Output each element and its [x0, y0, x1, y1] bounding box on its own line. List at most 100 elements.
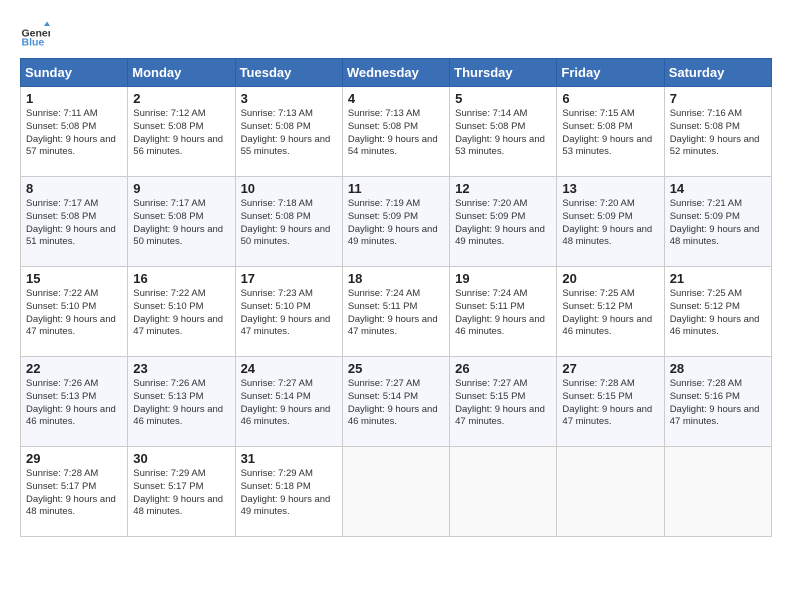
calendar-cell: 31 Sunrise: 7:29 AMSunset: 5:18 PMDaylig… — [235, 447, 342, 537]
day-info: Sunrise: 7:26 AMSunset: 5:13 PMDaylight:… — [133, 378, 223, 427]
day-number: 5 — [455, 91, 551, 106]
day-number: 20 — [562, 271, 658, 286]
calendar-week-row: 29 Sunrise: 7:28 AMSunset: 5:17 PMDaylig… — [21, 447, 772, 537]
calendar-cell: 20 Sunrise: 7:25 AMSunset: 5:12 PMDaylig… — [557, 267, 664, 357]
day-number: 21 — [670, 271, 766, 286]
day-info: Sunrise: 7:21 AMSunset: 5:09 PMDaylight:… — [670, 198, 760, 247]
calendar-cell: 1 Sunrise: 7:11 AMSunset: 5:08 PMDayligh… — [21, 87, 128, 177]
calendar-cell: 15 Sunrise: 7:22 AMSunset: 5:10 PMDaylig… — [21, 267, 128, 357]
day-info: Sunrise: 7:20 AMSunset: 5:09 PMDaylight:… — [562, 198, 652, 247]
calendar-cell: 11 Sunrise: 7:19 AMSunset: 5:09 PMDaylig… — [342, 177, 449, 267]
calendar-cell — [557, 447, 664, 537]
day-number: 10 — [241, 181, 337, 196]
calendar-cell: 28 Sunrise: 7:28 AMSunset: 5:16 PMDaylig… — [664, 357, 771, 447]
day-info: Sunrise: 7:24 AMSunset: 5:11 PMDaylight:… — [348, 288, 438, 337]
calendar-cell: 2 Sunrise: 7:12 AMSunset: 5:08 PMDayligh… — [128, 87, 235, 177]
calendar-cell: 7 Sunrise: 7:16 AMSunset: 5:08 PMDayligh… — [664, 87, 771, 177]
day-number: 14 — [670, 181, 766, 196]
calendar-cell: 10 Sunrise: 7:18 AMSunset: 5:08 PMDaylig… — [235, 177, 342, 267]
day-number: 28 — [670, 361, 766, 376]
day-number: 23 — [133, 361, 229, 376]
day-info: Sunrise: 7:26 AMSunset: 5:13 PMDaylight:… — [26, 378, 116, 427]
day-info: Sunrise: 7:28 AMSunset: 5:17 PMDaylight:… — [26, 468, 116, 517]
weekday-header: Monday — [128, 59, 235, 87]
calendar-cell: 16 Sunrise: 7:22 AMSunset: 5:10 PMDaylig… — [128, 267, 235, 357]
calendar-cell — [664, 447, 771, 537]
day-info: Sunrise: 7:19 AMSunset: 5:09 PMDaylight:… — [348, 198, 438, 247]
calendar-cell — [342, 447, 449, 537]
day-number: 29 — [26, 451, 122, 466]
day-number: 22 — [26, 361, 122, 376]
day-number: 1 — [26, 91, 122, 106]
day-number: 31 — [241, 451, 337, 466]
day-info: Sunrise: 7:20 AMSunset: 5:09 PMDaylight:… — [455, 198, 545, 247]
calendar-cell: 14 Sunrise: 7:21 AMSunset: 5:09 PMDaylig… — [664, 177, 771, 267]
weekday-header: Wednesday — [342, 59, 449, 87]
day-info: Sunrise: 7:16 AMSunset: 5:08 PMDaylight:… — [670, 108, 760, 157]
day-info: Sunrise: 7:29 AMSunset: 5:18 PMDaylight:… — [241, 468, 331, 517]
calendar-cell: 3 Sunrise: 7:13 AMSunset: 5:08 PMDayligh… — [235, 87, 342, 177]
day-number: 9 — [133, 181, 229, 196]
calendar-cell: 4 Sunrise: 7:13 AMSunset: 5:08 PMDayligh… — [342, 87, 449, 177]
day-info: Sunrise: 7:18 AMSunset: 5:08 PMDaylight:… — [241, 198, 331, 247]
day-number: 24 — [241, 361, 337, 376]
calendar-cell: 22 Sunrise: 7:26 AMSunset: 5:13 PMDaylig… — [21, 357, 128, 447]
day-number: 6 — [562, 91, 658, 106]
calendar-cell: 19 Sunrise: 7:24 AMSunset: 5:11 PMDaylig… — [450, 267, 557, 357]
weekday-header: Tuesday — [235, 59, 342, 87]
logo-icon: General Blue — [20, 20, 50, 50]
day-info: Sunrise: 7:14 AMSunset: 5:08 PMDaylight:… — [455, 108, 545, 157]
calendar-cell: 30 Sunrise: 7:29 AMSunset: 5:17 PMDaylig… — [128, 447, 235, 537]
page-header: General Blue — [20, 20, 772, 50]
weekday-header: Thursday — [450, 59, 557, 87]
day-info: Sunrise: 7:29 AMSunset: 5:17 PMDaylight:… — [133, 468, 223, 517]
calendar-week-row: 22 Sunrise: 7:26 AMSunset: 5:13 PMDaylig… — [21, 357, 772, 447]
day-number: 4 — [348, 91, 444, 106]
day-number: 11 — [348, 181, 444, 196]
day-info: Sunrise: 7:27 AMSunset: 5:14 PMDaylight:… — [348, 378, 438, 427]
day-info: Sunrise: 7:13 AMSunset: 5:08 PMDaylight:… — [241, 108, 331, 157]
calendar-cell: 24 Sunrise: 7:27 AMSunset: 5:14 PMDaylig… — [235, 357, 342, 447]
calendar-cell: 21 Sunrise: 7:25 AMSunset: 5:12 PMDaylig… — [664, 267, 771, 357]
day-info: Sunrise: 7:22 AMSunset: 5:10 PMDaylight:… — [133, 288, 223, 337]
calendar-cell: 9 Sunrise: 7:17 AMSunset: 5:08 PMDayligh… — [128, 177, 235, 267]
calendar-header-row: SundayMondayTuesdayWednesdayThursdayFrid… — [21, 59, 772, 87]
day-number: 2 — [133, 91, 229, 106]
day-number: 13 — [562, 181, 658, 196]
calendar-cell: 6 Sunrise: 7:15 AMSunset: 5:08 PMDayligh… — [557, 87, 664, 177]
day-info: Sunrise: 7:12 AMSunset: 5:08 PMDaylight:… — [133, 108, 223, 157]
day-number: 26 — [455, 361, 551, 376]
calendar-cell: 8 Sunrise: 7:17 AMSunset: 5:08 PMDayligh… — [21, 177, 128, 267]
day-info: Sunrise: 7:28 AMSunset: 5:15 PMDaylight:… — [562, 378, 652, 427]
day-number: 19 — [455, 271, 551, 286]
calendar-body: 1 Sunrise: 7:11 AMSunset: 5:08 PMDayligh… — [21, 87, 772, 537]
day-number: 27 — [562, 361, 658, 376]
calendar-cell: 26 Sunrise: 7:27 AMSunset: 5:15 PMDaylig… — [450, 357, 557, 447]
svg-text:Blue: Blue — [22, 37, 45, 49]
weekday-header: Sunday — [21, 59, 128, 87]
calendar-cell — [450, 447, 557, 537]
day-number: 3 — [241, 91, 337, 106]
day-info: Sunrise: 7:13 AMSunset: 5:08 PMDaylight:… — [348, 108, 438, 157]
day-info: Sunrise: 7:25 AMSunset: 5:12 PMDaylight:… — [670, 288, 760, 337]
calendar-cell: 13 Sunrise: 7:20 AMSunset: 5:09 PMDaylig… — [557, 177, 664, 267]
day-info: Sunrise: 7:27 AMSunset: 5:14 PMDaylight:… — [241, 378, 331, 427]
day-info: Sunrise: 7:28 AMSunset: 5:16 PMDaylight:… — [670, 378, 760, 427]
day-number: 16 — [133, 271, 229, 286]
calendar-cell: 29 Sunrise: 7:28 AMSunset: 5:17 PMDaylig… — [21, 447, 128, 537]
day-info: Sunrise: 7:11 AMSunset: 5:08 PMDaylight:… — [26, 108, 116, 157]
day-info: Sunrise: 7:23 AMSunset: 5:10 PMDaylight:… — [241, 288, 331, 337]
weekday-header: Saturday — [664, 59, 771, 87]
day-info: Sunrise: 7:17 AMSunset: 5:08 PMDaylight:… — [133, 198, 223, 247]
day-info: Sunrise: 7:17 AMSunset: 5:08 PMDaylight:… — [26, 198, 116, 247]
day-info: Sunrise: 7:15 AMSunset: 5:08 PMDaylight:… — [562, 108, 652, 157]
calendar-cell: 5 Sunrise: 7:14 AMSunset: 5:08 PMDayligh… — [450, 87, 557, 177]
calendar-week-row: 1 Sunrise: 7:11 AMSunset: 5:08 PMDayligh… — [21, 87, 772, 177]
weekday-header: Friday — [557, 59, 664, 87]
day-number: 25 — [348, 361, 444, 376]
day-number: 12 — [455, 181, 551, 196]
day-info: Sunrise: 7:22 AMSunset: 5:10 PMDaylight:… — [26, 288, 116, 337]
calendar-cell: 23 Sunrise: 7:26 AMSunset: 5:13 PMDaylig… — [128, 357, 235, 447]
calendar-week-row: 8 Sunrise: 7:17 AMSunset: 5:08 PMDayligh… — [21, 177, 772, 267]
day-number: 30 — [133, 451, 229, 466]
